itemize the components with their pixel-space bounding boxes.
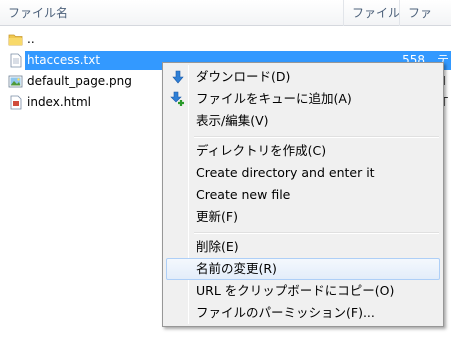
menu-item-copy-url[interactable]: URL をクリップボードにコピー(O) [166,280,440,302]
menu-item-view-edit[interactable]: 表示/編集(V) [166,110,440,132]
file-name: htaccess.txt [27,53,101,67]
html-file-icon [10,95,22,110]
file-row-parent[interactable]: .. [0,29,451,50]
menu-item-label: 表示/編集(V) [196,113,269,128]
menu-item-label: URL をクリップボードにコピー(O) [196,283,395,298]
image-file-icon [8,75,23,88]
menu-separator [194,232,439,234]
menu-item-label: 名前の変更(R) [196,261,277,276]
menu-item-download[interactable]: ダウンロード(D) [166,66,440,88]
menu-item-delete[interactable]: 削除(E) [166,236,440,258]
menu-item-label: ファイルのパーミッション(F)... [196,305,375,320]
menu-item-file-permissions[interactable]: ファイルのパーミッション(F)... [166,302,440,324]
menu-item-label: ファイルをキューに追加(A) [196,91,352,106]
text-file-icon [10,53,22,68]
column-header-filesize[interactable]: ファイルサ... [343,0,399,26]
column-header-filename[interactable]: ファイル名 [0,0,343,26]
menu-item-create-file[interactable]: Create new file [166,184,440,206]
add-to-queue-icon [170,91,184,106]
folder-icon [8,34,23,46]
menu-item-label: 更新(F) [196,209,238,224]
menu-item-refresh[interactable]: 更新(F) [166,206,440,228]
menu-item-label: Create directory and enter it [196,165,375,180]
file-name: default_page.png [27,74,132,88]
menu-item-label: Create new file [196,187,291,202]
column-header-filetype[interactable]: ファ [399,0,451,26]
menu-separator [194,136,439,138]
file-list-header: ファイル名 ファイルサ... ファ [0,0,451,26]
menu-item-label: ディレクトリを作成(C) [196,143,327,158]
menu-item-label: 削除(E) [196,239,239,254]
file-name: .. [27,32,35,46]
menu-item-add-to-queue[interactable]: ファイルをキューに追加(A) [166,88,440,110]
menu-item-label: ダウンロード(D) [196,69,291,84]
menu-item-create-directory[interactable]: ディレクトリを作成(C) [166,140,440,162]
download-arrow-icon [172,70,184,84]
file-name: index.html [27,95,91,109]
context-menu: ダウンロード(D) ファイルをキューに追加(A) 表示/編集(V) ディレクトリ… [162,62,444,327]
menu-item-rename[interactable]: 名前の変更(R) [166,258,440,280]
menu-item-create-directory-enter[interactable]: Create directory and enter it [166,162,440,184]
